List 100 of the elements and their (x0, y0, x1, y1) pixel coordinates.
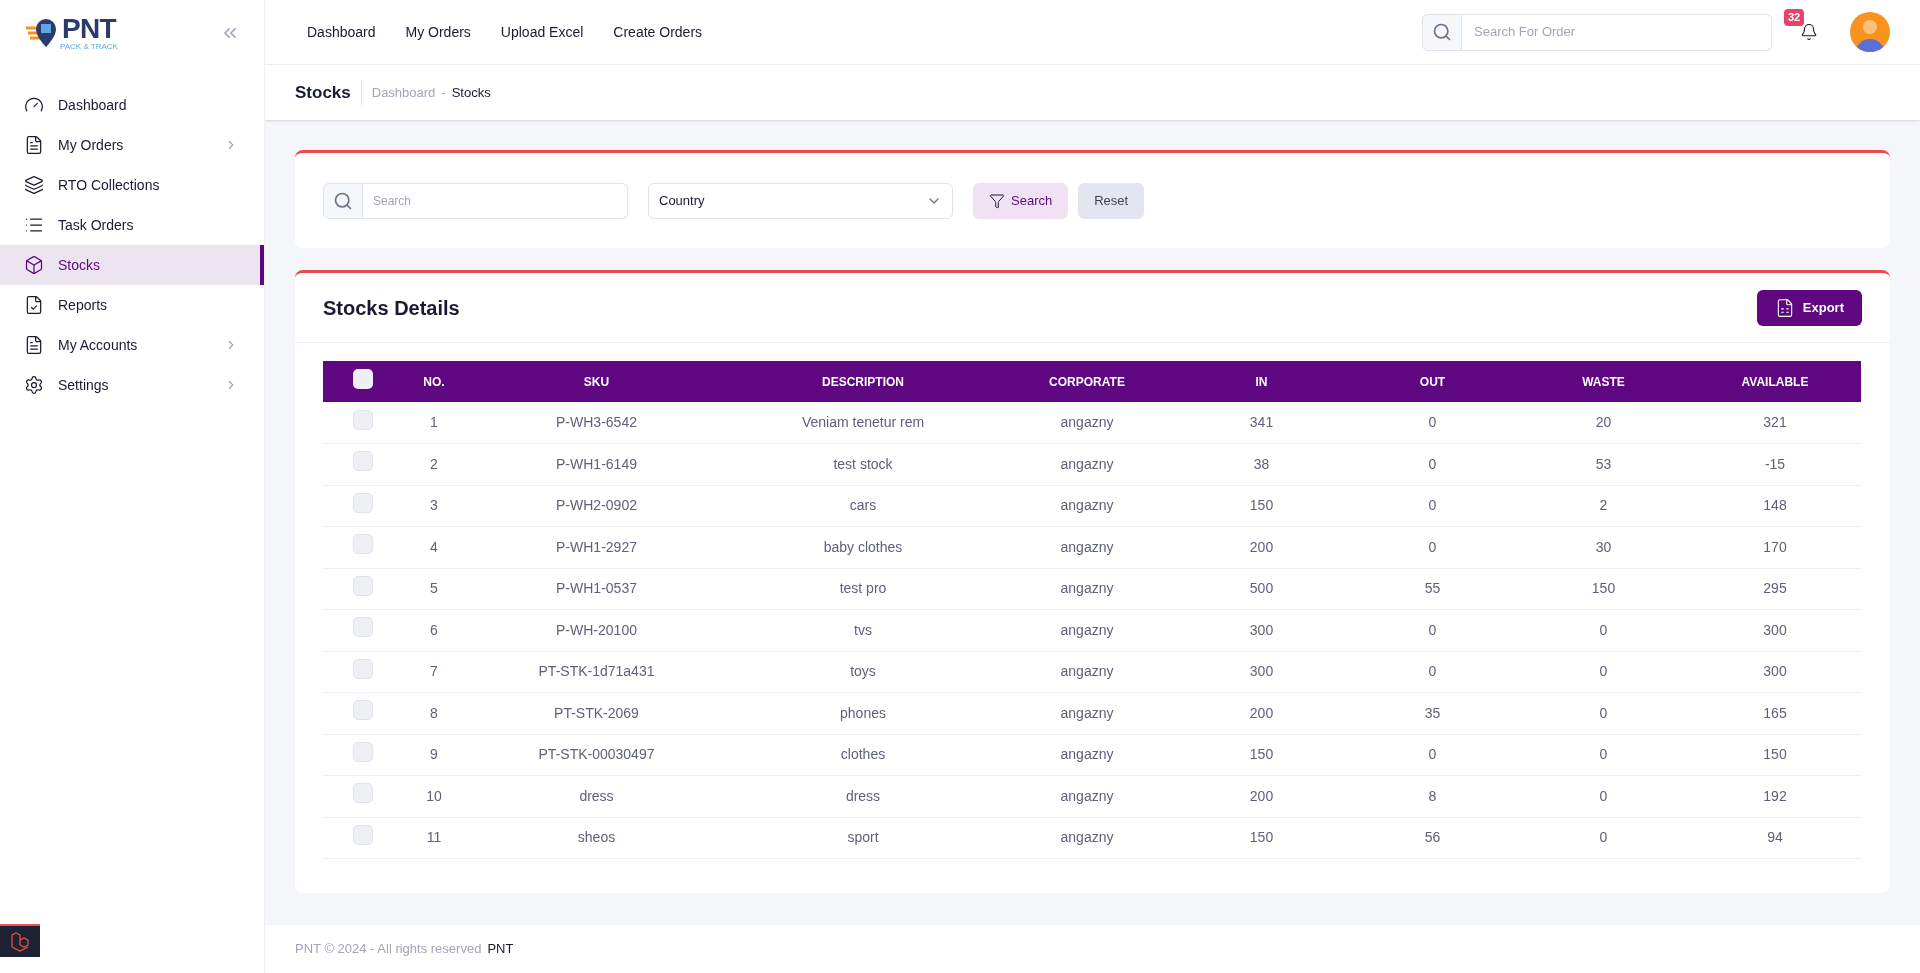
checkbox[interactable] (353, 617, 373, 638)
table-cell: 0 (1347, 526, 1518, 568)
checkbox[interactable] (353, 369, 373, 389)
table-cell: 30 (1518, 526, 1689, 568)
checkbox[interactable] (353, 451, 373, 472)
export-button[interactable]: Export (1756, 289, 1862, 326)
sidebar-item[interactable]: Reports (0, 285, 264, 325)
logo-tagline: PACK & TRACK (60, 42, 118, 51)
document-icon (24, 335, 44, 355)
sidebar-item[interactable]: My Orders (0, 125, 264, 165)
checkbox[interactable] (353, 824, 373, 845)
table-cell: PT-STK-2069 (465, 692, 728, 734)
table-cell: sheos (465, 817, 728, 859)
sidebar-item[interactable]: Settings (0, 365, 264, 405)
table-cell: angazny (998, 402, 1176, 444)
table-cell: P-WH3-6542 (465, 402, 728, 444)
nav-link[interactable]: Upload Excel (500, 21, 584, 43)
column-header[interactable]: WASTE (1518, 361, 1689, 402)
logo-text: PNT (62, 14, 116, 43)
table-cell: angazny (998, 485, 1176, 527)
sidebar-item[interactable]: My Accounts (0, 325, 264, 365)
search-icon (1432, 22, 1452, 42)
filter-icon (989, 192, 1005, 209)
table-cell: 0 (1347, 651, 1518, 693)
table-cell: 1 (403, 402, 465, 444)
sidebar-item[interactable]: Dashboard (0, 85, 264, 125)
table-cell: 300 (1176, 609, 1347, 651)
table-cell: 0 (1518, 651, 1689, 693)
bell-icon[interactable] (1800, 23, 1818, 41)
table-cell: Veniam tenetur rem (728, 402, 998, 444)
table-cell: test pro (728, 568, 998, 610)
table-cell: 35 (1347, 692, 1518, 734)
table-cell: tvs (728, 609, 998, 651)
table-cell: 0 (1347, 609, 1518, 651)
table-cell: angazny (998, 734, 1176, 776)
order-search-field[interactable]: Search For Order (1462, 13, 1772, 51)
table-cell: sport (728, 817, 998, 859)
checkbox[interactable] (353, 783, 373, 804)
table-cell: dress (465, 775, 728, 817)
checkbox[interactable] (353, 534, 373, 555)
table-cell: 150 (1689, 734, 1861, 776)
table-cell: 4 (403, 526, 465, 568)
table-cell: 192 (1689, 775, 1861, 817)
sidebar-item[interactable]: Task Orders (0, 205, 264, 245)
table-cell: angazny (998, 443, 1176, 485)
table-cell: PT-STK-1d71a431 (465, 651, 728, 693)
table-cell: 300 (1689, 609, 1861, 651)
checkbox[interactable] (353, 409, 373, 430)
table-cell: P-WH-20100 (465, 609, 728, 651)
brand-link[interactable]: PNT (487, 939, 514, 959)
country-select[interactable]: Country (648, 182, 953, 219)
notification-badge: 32 (1784, 9, 1805, 26)
column-header[interactable]: CORPORATE (998, 361, 1176, 402)
document-check-icon (24, 295, 44, 315)
column-header[interactable]: NO. (403, 361, 465, 402)
nav-link[interactable]: Dashboard (307, 21, 376, 43)
avatar[interactable] (1850, 12, 1890, 52)
column-header[interactable]: DESCRIPTION (728, 361, 998, 402)
table-cell: 341 (1176, 402, 1347, 444)
table-cell: 0 (1518, 692, 1689, 734)
table-cell: 0 (1347, 734, 1518, 776)
search-field[interactable]: Search (363, 182, 628, 219)
column-header[interactable]: IN (1176, 361, 1347, 402)
page-title: Stocks (295, 79, 362, 106)
column-header[interactable]: SKU (465, 361, 728, 402)
sidebar-item[interactable]: RTO Collections (0, 165, 264, 205)
table-cell: 150 (1176, 485, 1347, 527)
search-button[interactable]: Search (973, 182, 1069, 219)
sidebar-item[interactable]: Stocks (0, 245, 264, 285)
search-icon (333, 190, 353, 211)
table-cell: 150 (1176, 817, 1347, 859)
table-cell: 5 (403, 568, 465, 610)
table-cell: P-WH1-0537 (465, 568, 728, 610)
table-cell: 0 (1518, 775, 1689, 817)
nav-link[interactable]: Create Orders (613, 21, 703, 43)
checkbox[interactable] (353, 741, 373, 762)
checkbox[interactable] (353, 658, 373, 679)
checkbox[interactable] (353, 492, 373, 513)
table-cell: angazny (998, 651, 1176, 693)
table-cell: 0 (1518, 817, 1689, 859)
nav-link[interactable]: My Orders (405, 21, 471, 43)
laravel-badge[interactable] (0, 924, 40, 957)
table-cell: clothes (728, 734, 998, 776)
checkbox[interactable] (353, 700, 373, 721)
reset-button[interactable]: Reset (1078, 182, 1145, 219)
table-cell: test stock (728, 443, 998, 485)
table-cell: 0 (1518, 609, 1689, 651)
settings-icon (24, 375, 44, 395)
table-cell: phones (728, 692, 998, 734)
table-cell: angazny (998, 775, 1176, 817)
table-cell: 10 (403, 775, 465, 817)
table-cell: 200 (1176, 775, 1347, 817)
cube-stack-icon (9, 930, 31, 953)
document-icon (24, 135, 44, 155)
table-cell: dress (728, 775, 998, 817)
table-cell: 20 (1518, 402, 1689, 444)
column-header[interactable]: OUT (1347, 361, 1518, 402)
checkbox[interactable] (353, 575, 373, 596)
column-header[interactable]: AVAILABLE (1689, 361, 1861, 402)
table-cell: cars (728, 485, 998, 527)
